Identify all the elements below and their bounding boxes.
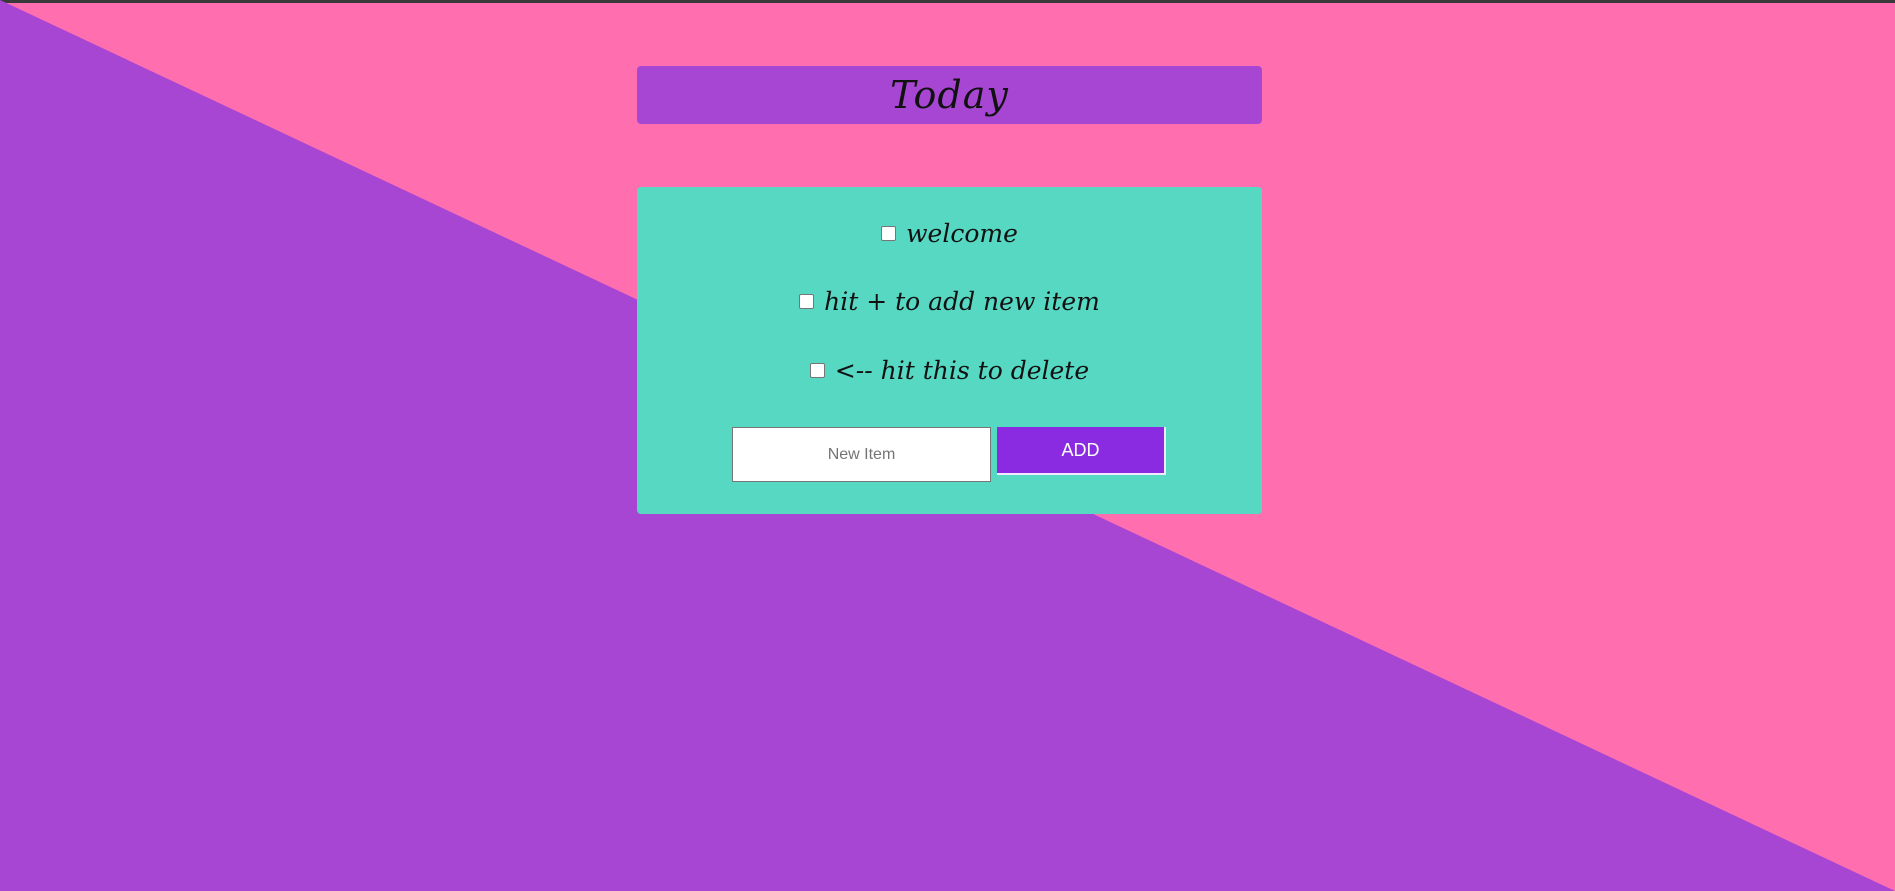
- list-item: hit + to add new item: [637, 287, 1262, 316]
- list-item: <-- hit this to delete: [637, 356, 1262, 385]
- todo-card: welcome hit + to add new item <-- hit th…: [637, 187, 1262, 514]
- title-banner: Today: [637, 66, 1262, 124]
- add-button[interactable]: ADD: [997, 427, 1166, 475]
- item-checkbox[interactable]: [799, 294, 815, 309]
- item-label: hit + to add new item: [824, 287, 1100, 316]
- item-label: <-- hit this to delete: [834, 356, 1090, 385]
- page-title: Today: [890, 73, 1009, 117]
- item-checkbox[interactable]: [881, 226, 897, 241]
- list-item: welcome: [637, 219, 1262, 248]
- item-checkbox[interactable]: [809, 363, 825, 378]
- item-label: welcome: [906, 219, 1018, 248]
- new-item-input[interactable]: [732, 427, 991, 482]
